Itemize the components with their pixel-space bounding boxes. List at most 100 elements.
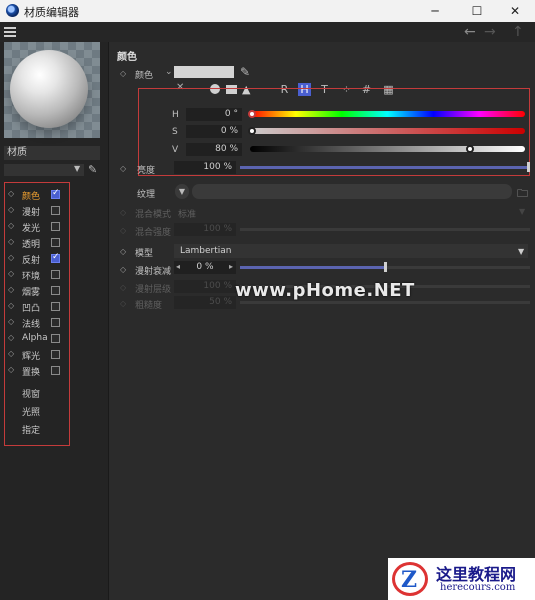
up-arrow-icon[interactable]: ↑ — [512, 24, 524, 40]
keyframe-diamond-icon[interactable]: ◇ — [8, 221, 14, 230]
keyframe-diamond-icon[interactable]: ◇ — [8, 301, 14, 310]
blend-strength-label: 混合强度 — [135, 228, 172, 238]
diffuse-falloff-field[interactable]: 0 % — [174, 261, 236, 274]
blend-mode-label: 混合模式 — [135, 210, 172, 220]
keyframe-diamond-icon[interactable]: ◇ — [120, 247, 126, 256]
forward-arrow-icon[interactable]: → — [484, 24, 496, 40]
channel-item[interactable]: ◇ 漫射 — [5, 203, 69, 219]
channel-label: 法线 — [22, 320, 41, 330]
diffuse-level-label: 漫射层级 — [135, 285, 172, 295]
channel-item[interactable]: 指定 — [5, 421, 69, 437]
keyframe-diamond-icon[interactable]: ◇ — [8, 237, 14, 246]
window-title: 材质编辑器 — [24, 6, 79, 19]
chevron-down-icon[interactable]: ▼ — [74, 164, 80, 173]
minimize-button[interactable]: ─ — [415, 0, 455, 22]
channel-checkbox[interactable] — [51, 206, 60, 215]
keyframe-diamond-icon[interactable]: ◇ — [8, 317, 14, 326]
eyedropper-icon[interactable]: ✎ — [88, 163, 97, 176]
color-label: 颜色 — [135, 71, 154, 81]
back-arrow-icon[interactable]: ← — [464, 24, 476, 40]
brightness-slider-handle[interactable] — [527, 162, 530, 172]
channel-label: 指定 — [22, 426, 41, 436]
channel-item[interactable]: 光照 — [5, 403, 69, 419]
channel-item[interactable]: ◇ 发光 — [5, 219, 69, 235]
channel-label: 颜色 — [22, 192, 41, 202]
saturation-slider[interactable] — [250, 128, 525, 134]
keyframe-diamond-icon[interactable]: ◇ — [120, 164, 126, 173]
texture-field[interactable] — [192, 184, 512, 199]
channel-label: 发光 — [22, 224, 41, 234]
maximize-button[interactable]: ☐ — [457, 0, 497, 22]
channel-label: 辉光 — [22, 352, 41, 362]
keyframe-diamond-icon[interactable]: ◇ — [8, 253, 14, 262]
keyframe-diamond-icon[interactable]: ◇ — [8, 205, 14, 214]
menu-icon[interactable] — [4, 27, 16, 37]
channel-item[interactable]: ◇ 透明 — [5, 235, 69, 251]
site-logo: Z 这里教程网 herecours.com — [388, 558, 535, 600]
hue-field[interactable]: 0 ° — [186, 108, 242, 121]
channel-item[interactable]: 视窗 — [5, 385, 69, 401]
channel-item[interactable]: ◇ 烟雾 — [5, 283, 69, 299]
keyframe-diamond-icon[interactable]: ◇ — [120, 265, 126, 274]
roughness-slider — [240, 301, 530, 304]
channel-item[interactable]: ◇ 反射 — [5, 251, 69, 267]
close-button[interactable]: ✕ — [495, 0, 535, 22]
keyframe-diamond-icon: ◇ — [120, 283, 127, 292]
channel-item[interactable]: ◇ 凹凸 — [5, 299, 69, 315]
channel-checkbox[interactable] — [51, 238, 60, 247]
channel-checkbox[interactable] — [51, 334, 60, 343]
color-swatch[interactable] — [174, 66, 234, 78]
diffuse-level-field: 100 % — [174, 280, 236, 293]
channel-checkbox[interactable] — [51, 366, 60, 375]
channel-item[interactable]: ◇ 辉光 — [5, 347, 69, 363]
blend-mode-value: 标准 — [178, 210, 197, 220]
model-dropdown[interactable]: Lambertian — [174, 244, 528, 258]
channel-checkbox[interactable] — [51, 222, 60, 231]
keyframe-diamond-icon[interactable]: ◇ — [8, 333, 14, 342]
channel-item[interactable]: ◇ Alpha — [5, 331, 69, 347]
material-name-field[interactable]: 材质 — [4, 146, 100, 160]
title-bar: 材质编辑器 ─ ☐ ✕ — [0, 0, 535, 22]
channel-checkbox[interactable] — [51, 318, 60, 327]
hue-slider-knob[interactable] — [248, 110, 256, 118]
channel-label: 置换 — [22, 368, 41, 378]
channel-item[interactable]: ◇ 置换 — [5, 363, 69, 379]
diffuse-falloff-label: 漫射衰减 — [135, 267, 172, 277]
saturation-field[interactable]: 0 % — [186, 125, 242, 138]
value-slider[interactable] — [250, 146, 525, 152]
channel-checkbox[interactable] — [51, 270, 60, 279]
material-selector[interactable] — [4, 164, 84, 176]
folder-icon[interactable]: 🗀 — [517, 185, 528, 204]
channel-item[interactable]: ◇ 环境 — [5, 267, 69, 283]
saturation-slider-knob[interactable] — [248, 127, 256, 135]
channel-label: 烟雾 — [22, 288, 41, 298]
value-slider-knob[interactable] — [466, 145, 474, 153]
keyframe-diamond-icon[interactable]: ◇ — [8, 269, 14, 278]
brightness-slider[interactable] — [240, 166, 530, 169]
hue-slider[interactable] — [250, 111, 525, 117]
material-preview[interactable] — [4, 42, 100, 138]
brightness-field[interactable]: 100 % — [174, 161, 236, 174]
keyframe-diamond-icon[interactable]: ◇ — [8, 189, 14, 198]
eyedropper-icon[interactable]: ✎ — [240, 65, 250, 79]
channel-item[interactable]: ◇ 法线 — [5, 315, 69, 331]
channel-item[interactable]: ◇ 颜色 — [5, 187, 69, 203]
chevron-down-icon[interactable]: ▼ — [518, 247, 524, 256]
chevron-down-icon[interactable]: ⌄ — [165, 67, 173, 77]
keyframe-diamond-icon[interactable]: ◇ — [120, 69, 126, 78]
diffuse-falloff-slider-handle[interactable] — [384, 262, 387, 272]
increment-arrow-icon[interactable]: ▸ — [229, 262, 233, 271]
keyframe-diamond-icon[interactable]: ◇ — [8, 285, 14, 294]
keyframe-diamond-icon[interactable]: ◇ — [8, 365, 14, 374]
value-field[interactable]: 80 % — [186, 143, 242, 156]
channel-checkbox[interactable] — [51, 252, 60, 263]
channel-checkbox[interactable] — [51, 302, 60, 311]
channel-checkbox[interactable] — [51, 188, 60, 199]
logo-url: herecours.com — [440, 582, 516, 593]
channel-checkbox[interactable] — [51, 350, 60, 359]
texture-dropdown-button[interactable]: ▼ — [175, 184, 189, 199]
decrement-arrow-icon[interactable]: ◂ — [176, 262, 180, 271]
channel-checkbox[interactable] — [51, 286, 60, 295]
keyframe-diamond-icon[interactable]: ◇ — [8, 349, 14, 358]
channel-list: ◇ 颜色 ◇ 漫射 ◇ 发光 ◇ 透明 ◇ 反射 ◇ 环境 ◇ 烟雾 ◇ 凹凸 ◇ 法线 ◇ Alpha ◇ 辉光 ◇ 置换视… — [4, 182, 70, 446]
